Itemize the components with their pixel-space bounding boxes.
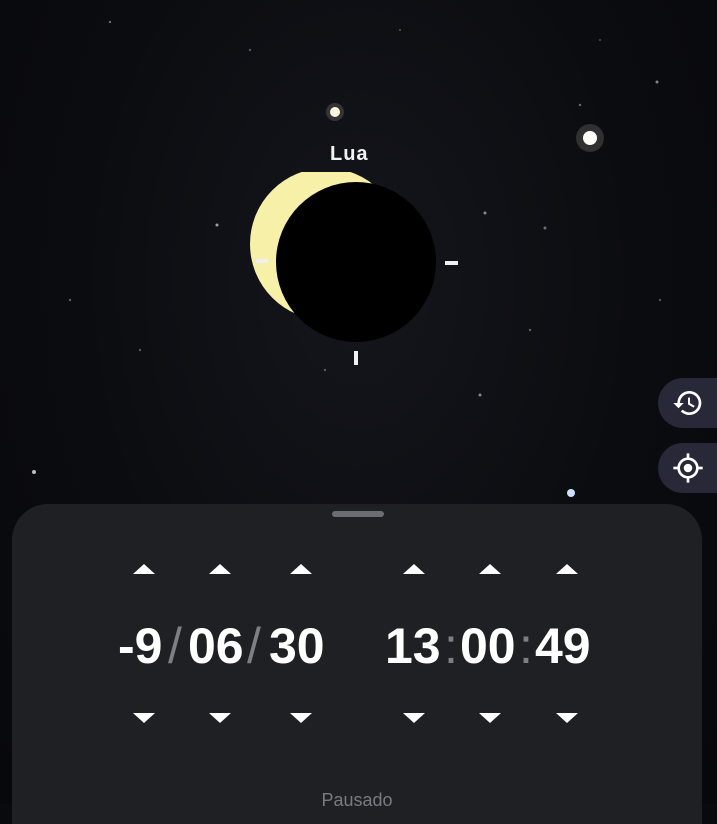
- reticle-bottom-mark: [354, 351, 358, 365]
- second-increment-button[interactable]: [556, 564, 578, 574]
- minute-value[interactable]: 00: [460, 616, 516, 676]
- playback-status: Pausado: [321, 790, 393, 810]
- time-separator: :: [444, 618, 458, 674]
- time-reset-button[interactable]: [658, 378, 717, 428]
- star: [399, 29, 401, 31]
- locate-button[interactable]: [658, 443, 717, 493]
- star: [658, 298, 662, 302]
- star-glow: [576, 124, 604, 152]
- datetime-panel: -9 / 06 / 30 13 : 00 : 49 Pausado: [12, 504, 702, 824]
- second-value[interactable]: 49: [535, 616, 591, 676]
- star: [483, 211, 487, 215]
- star: [138, 348, 142, 352]
- star: [655, 80, 659, 84]
- crosshair-icon: [672, 453, 703, 483]
- reticle-left-mark: [256, 259, 268, 263]
- hour-value[interactable]: 13: [385, 616, 441, 676]
- day-value[interactable]: 30: [269, 616, 325, 676]
- history-icon: [672, 391, 701, 415]
- moon-eclipse[interactable]: [248, 168, 448, 372]
- day-increment-button[interactable]: [290, 564, 312, 574]
- minute-increment-button[interactable]: [479, 564, 501, 574]
- star: [578, 103, 582, 107]
- star: [567, 489, 575, 497]
- date-separator: /: [168, 618, 182, 674]
- hour-increment-button[interactable]: [403, 564, 425, 574]
- star: [478, 393, 482, 397]
- star: [248, 48, 252, 52]
- minute-decrement-button[interactable]: [479, 713, 501, 723]
- month-decrement-button[interactable]: [209, 713, 231, 723]
- year-decrement-button[interactable]: [133, 713, 155, 723]
- second-decrement-button[interactable]: [556, 713, 578, 723]
- day-decrement-button[interactable]: [290, 713, 312, 723]
- reticle-right-mark: [445, 261, 458, 265]
- moon-icon: [250, 168, 436, 342]
- month-value[interactable]: 06: [188, 616, 244, 676]
- hour-decrement-button[interactable]: [403, 713, 425, 723]
- star: [68, 298, 72, 302]
- star: [543, 226, 547, 230]
- moon-label[interactable]: Lua: [330, 143, 369, 166]
- year-increment-button[interactable]: [133, 564, 155, 574]
- star: [215, 223, 219, 227]
- star-glow: [326, 103, 344, 121]
- month-increment-button[interactable]: [209, 564, 231, 574]
- drag-handle[interactable]: [332, 511, 384, 517]
- star: [32, 470, 36, 474]
- star: [528, 328, 532, 332]
- date-separator: /: [247, 618, 261, 674]
- time-separator: :: [519, 618, 533, 674]
- year-value[interactable]: -9: [118, 616, 162, 676]
- star: [599, 39, 601, 41]
- star: [108, 20, 112, 24]
